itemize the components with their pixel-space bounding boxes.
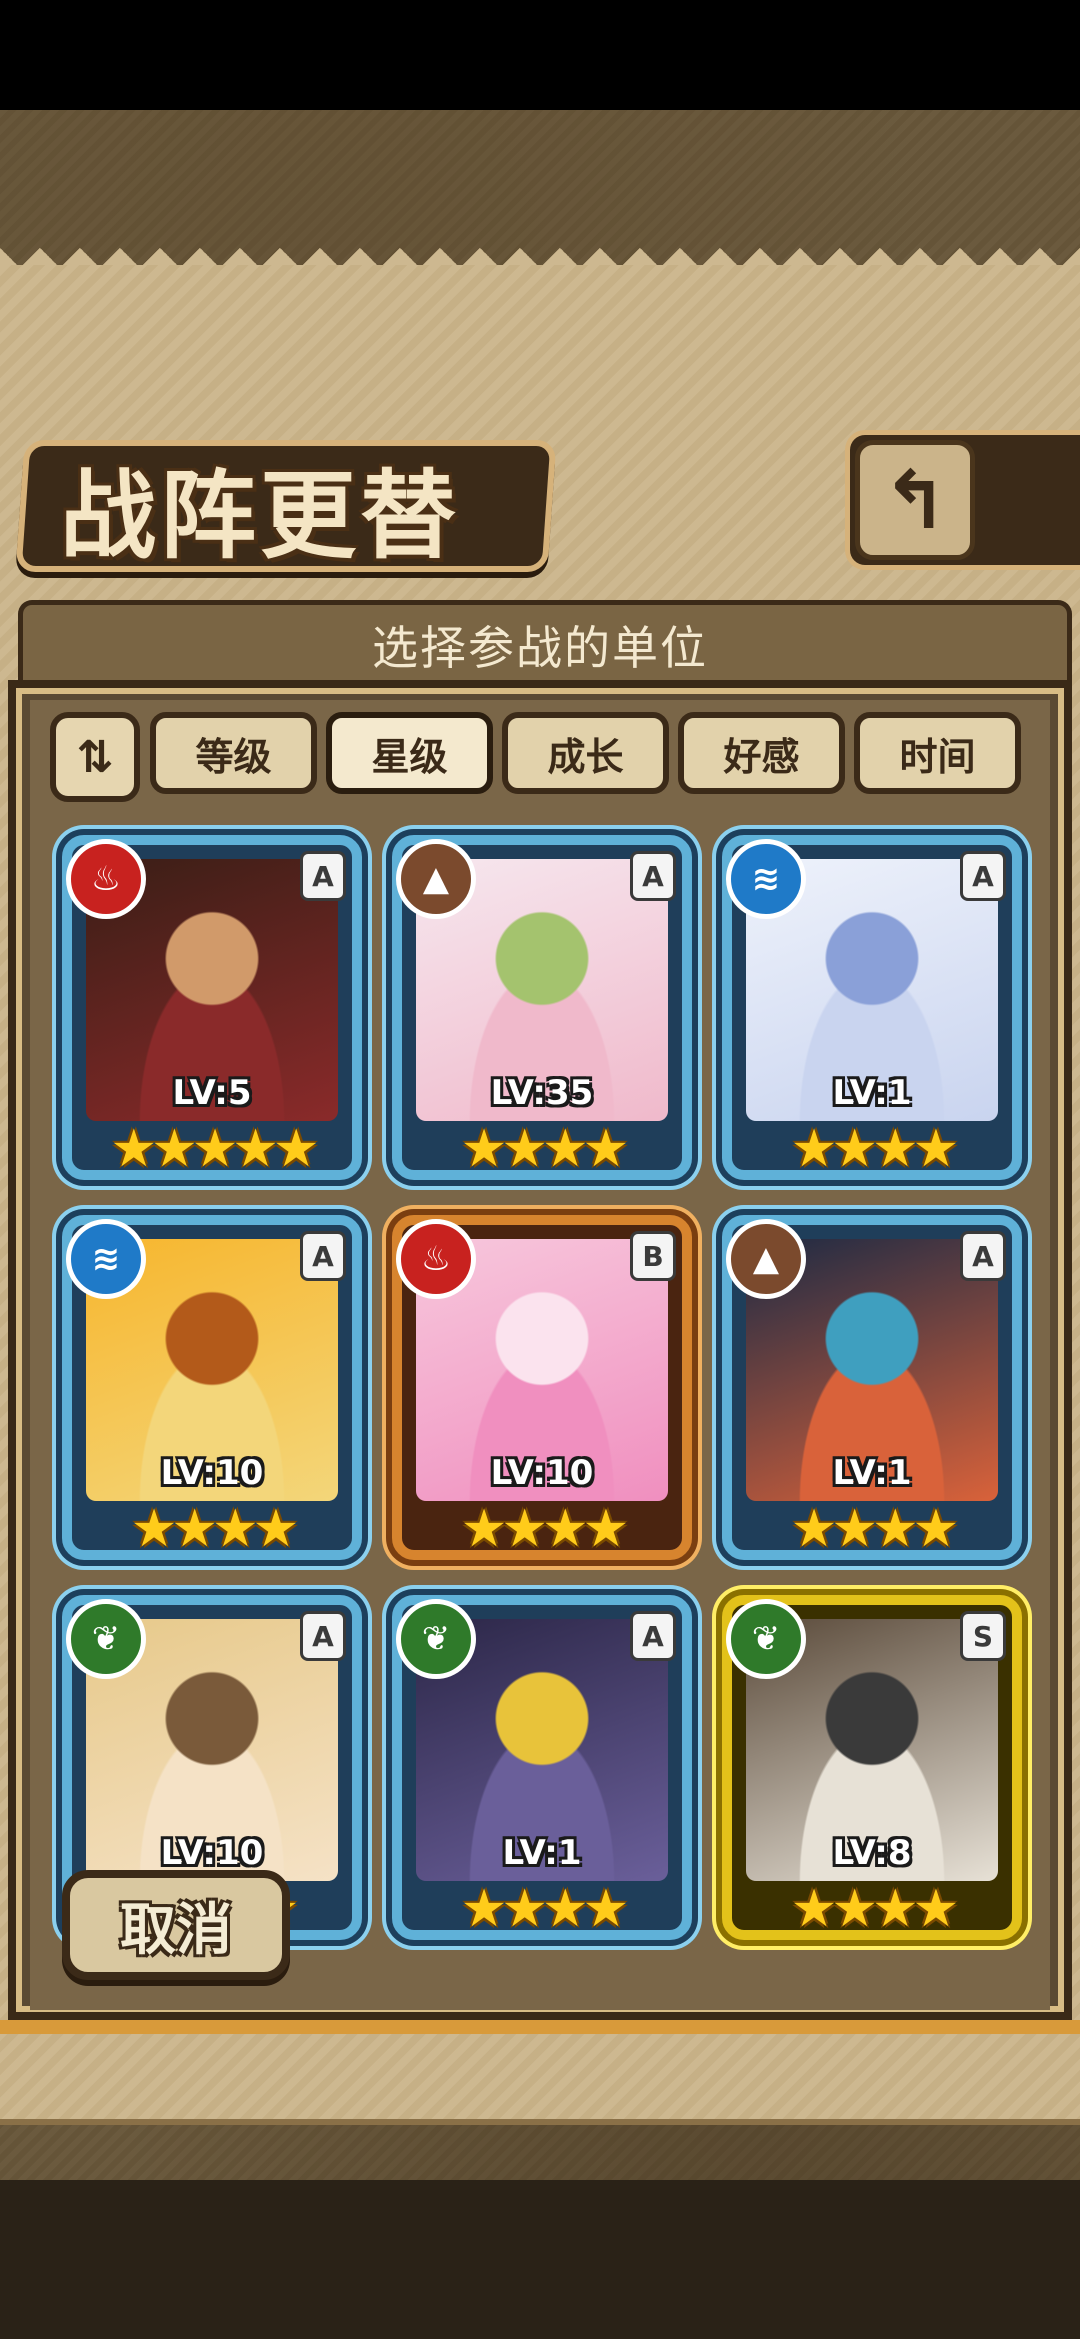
- wave-icon: ≋: [726, 839, 806, 919]
- unit-card[interactable]: ≋ A LV:10 ★★★★: [62, 1215, 362, 1560]
- bottom-background: [0, 2180, 1080, 2339]
- unit-level: LV:1: [502, 1833, 582, 1873]
- leaf-icon: ❦: [726, 1599, 806, 1679]
- unit-level: LV:10: [160, 1453, 264, 1493]
- star-rating: ★★★★: [130, 1499, 299, 1559]
- unit-card[interactable]: ▲ A LV:35 ★★★★: [392, 835, 692, 1180]
- unit-level: LV:1: [832, 1073, 912, 1113]
- wave-icon: ≋: [66, 1219, 146, 1299]
- unit-card[interactable]: ≋ A LV:1 ★★★★: [722, 835, 1022, 1180]
- leaf-icon: ❦: [396, 1599, 476, 1679]
- grade-badge: A: [960, 851, 1006, 901]
- back-button[interactable]: ↰: [855, 440, 975, 560]
- grade-badge: B: [630, 1231, 676, 1281]
- unit-level: LV:8: [832, 1833, 912, 1873]
- mountain-icon: ▲: [726, 1219, 806, 1299]
- subtitle: 选择参战的单位: [372, 621, 708, 675]
- star-rating: ★★★★: [790, 1879, 959, 1939]
- cancel-button[interactable]: 取消: [62, 1870, 290, 1980]
- sort-order-button[interactable]: ⇅: [50, 712, 140, 802]
- tab-growth[interactable]: 成长: [502, 712, 669, 794]
- grade-badge: A: [630, 851, 676, 901]
- star-rating: ★★★★: [460, 1499, 629, 1559]
- grade-badge: A: [300, 1231, 346, 1281]
- grade-badge: A: [300, 1611, 346, 1661]
- page-title: 战阵更替: [60, 459, 460, 572]
- leaf-icon: ❦: [66, 1599, 146, 1679]
- unit-level: LV:1: [832, 1453, 912, 1493]
- unit-level: LV:5: [172, 1073, 252, 1113]
- grade-badge: A: [960, 1231, 1006, 1281]
- star-rating: ★★★★: [460, 1879, 629, 1939]
- tab-stars[interactable]: 星级: [326, 712, 493, 794]
- sort-icon: ⇅: [76, 731, 114, 783]
- fire-icon: ♨: [396, 1219, 476, 1299]
- grade-badge: S: [960, 1611, 1006, 1661]
- panel-bottom-strip: [0, 2020, 1080, 2034]
- star-rating: ★★★★: [460, 1119, 629, 1179]
- star-rating: ★★★★: [790, 1119, 959, 1179]
- back-arrow-icon: ↰: [881, 453, 949, 547]
- unit-card[interactable]: ♨ B LV:10 ★★★★: [392, 1215, 692, 1560]
- tab-level[interactable]: 等级: [150, 712, 317, 794]
- star-rating: ★★★★: [790, 1499, 959, 1559]
- unit-card[interactable]: ♨ A LV:5 ★★★★★: [62, 835, 362, 1180]
- tab-time[interactable]: 时间: [854, 712, 1021, 794]
- grade-badge: A: [630, 1611, 676, 1661]
- status-bar: [0, 0, 1080, 110]
- unit-card[interactable]: ❦ A LV:1 ★★★★: [392, 1595, 692, 1940]
- unit-card[interactable]: ▲ A LV:1 ★★★★: [722, 1215, 1022, 1560]
- tab-affection[interactable]: 好感: [678, 712, 845, 794]
- unit-card[interactable]: ❦ S LV:8 ★★★★: [722, 1595, 1022, 1940]
- fire-icon: ♨: [66, 839, 146, 919]
- mountain-icon: ▲: [396, 839, 476, 919]
- unit-level: LV:10: [160, 1833, 264, 1873]
- star-rating: ★★★★★: [110, 1119, 319, 1179]
- unit-level: LV:10: [490, 1453, 594, 1493]
- grade-badge: A: [300, 851, 346, 901]
- unit-level: LV:35: [490, 1073, 594, 1113]
